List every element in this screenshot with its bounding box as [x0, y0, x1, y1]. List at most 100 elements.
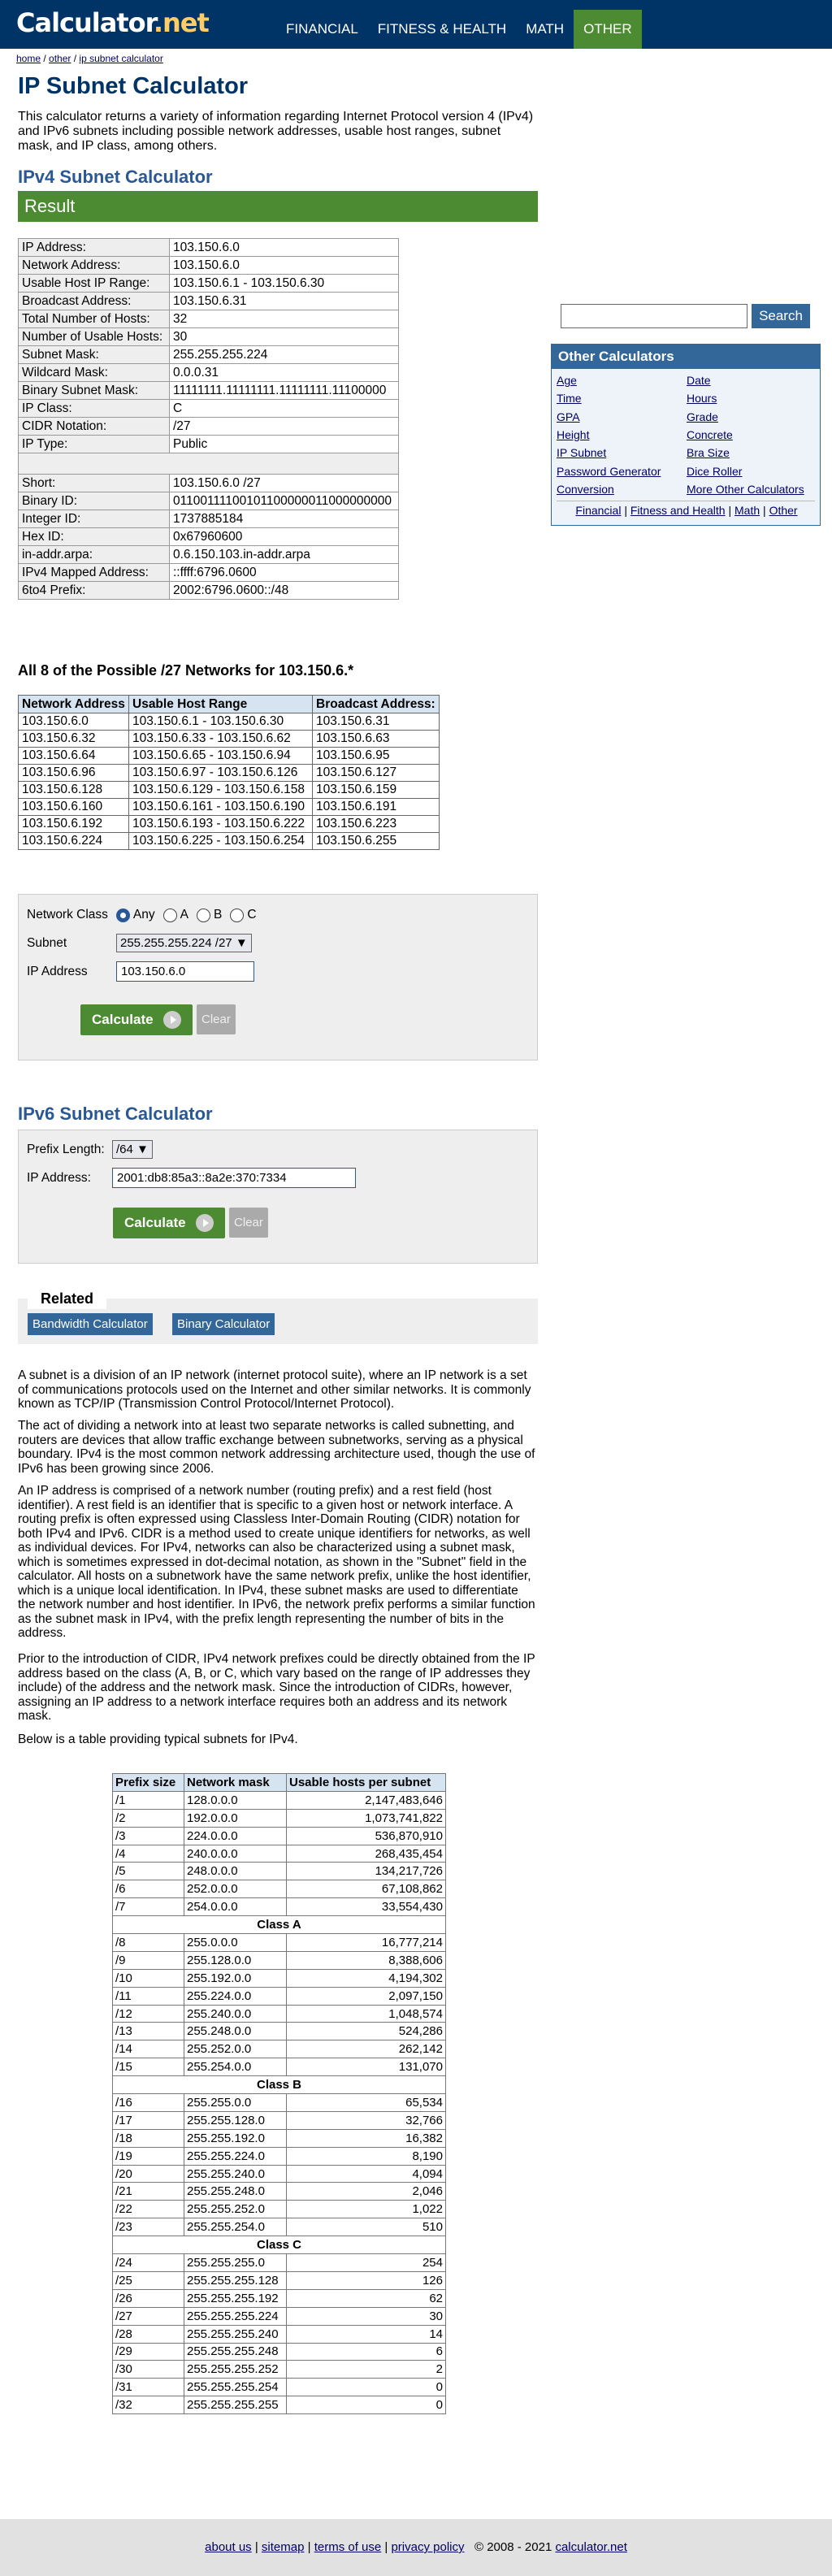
other-calc-link[interactable]: More Other Calculators: [687, 483, 804, 496]
table-cell: 103.150.6.63: [312, 730, 440, 748]
table-cell: 0: [286, 2396, 446, 2415]
search-input[interactable]: [561, 304, 748, 328]
footer-sitemap-link[interactable]: sitemap: [262, 2540, 305, 2554]
nav-fitness-health[interactable]: FITNESS & HEALTH: [368, 10, 516, 49]
footer-terms-link[interactable]: terms of use: [314, 2540, 382, 2554]
other-calc-link[interactable]: Concrete: [687, 428, 733, 441]
table-row: /11 255.224.0.0 2,097,150: [112, 1986, 446, 2006]
footer-sep: |: [251, 2540, 262, 2554]
result-value: C: [169, 399, 399, 418]
radio-a[interactable]: [162, 908, 177, 922]
ipv6-ip-input[interactable]: 2001:db8:85a3::8a2e:370:7334: [112, 1168, 356, 1188]
table-row: /3 224.0.0.0 536,870,910: [112, 1826, 446, 1845]
other-calc-link[interactable]: GPA: [557, 410, 580, 423]
result-row: Integer ID: 1737885184: [18, 510, 399, 528]
table-cell: /32: [112, 2396, 184, 2415]
table-cell: /25: [112, 2270, 184, 2290]
nav-financial[interactable]: FINANCIAL: [276, 10, 368, 49]
table-cell: /21: [112, 2182, 184, 2201]
other-calc-link[interactable]: Height: [557, 428, 589, 441]
result-value: /27: [169, 417, 399, 436]
table-cell: 240.0.0.0: [184, 1844, 287, 1863]
oc-link-other[interactable]: Other: [769, 504, 798, 517]
table-row: /9 255.128.0.0 8,388,606: [112, 1950, 446, 1970]
result-value: 103.150.6.31: [169, 292, 399, 310]
other-calc-link[interactable]: Hours: [687, 392, 717, 405]
breadcrumb-other[interactable]: other: [49, 53, 71, 64]
ipv4-calculate-button[interactable]: Calculate: [80, 1004, 193, 1035]
table-cell: /7: [112, 1897, 184, 1917]
other-calc-link[interactable]: Dice Roller: [687, 465, 742, 478]
col-usable-hosts: Usable hosts per subnet: [286, 1773, 446, 1792]
breadcrumb-current[interactable]: ip subnet calculator: [79, 53, 162, 64]
result-key: in-addr.arpa:: [18, 545, 170, 564]
table-cell: /10: [112, 1968, 184, 1988]
other-calc-link[interactable]: Bra Size: [687, 446, 730, 459]
table-row: /1 128.0.0.0 2,147,483,646: [112, 1790, 446, 1810]
other-calc-link[interactable]: Date: [687, 374, 711, 387]
footer-sep: |: [304, 2540, 314, 2554]
oc-link-math[interactable]: Math: [734, 504, 760, 517]
table-cell: 255.254.0.0: [184, 2058, 287, 2077]
page-title: IP Subnet Calculator: [18, 73, 249, 99]
table-cell: /31: [112, 2378, 184, 2397]
radio-any-label: Any: [132, 908, 155, 922]
result-key: Wildcard Mask:: [18, 363, 170, 382]
ipv6-calculate-button[interactable]: Calculate: [113, 1208, 225, 1238]
oc-sep: |: [760, 504, 769, 517]
search-button[interactable]: Search: [752, 304, 810, 328]
result-value: 255.255.255.224: [169, 345, 399, 364]
result-key: Subnet Mask:: [18, 345, 170, 364]
prefix-select-value: /64: [116, 1143, 133, 1156]
other-calc-link[interactable]: Password Generator: [557, 465, 661, 478]
other-calc-link[interactable]: Grade: [687, 410, 718, 423]
result-value: 30: [169, 327, 399, 346]
other-calc-link[interactable]: IP Subnet: [557, 446, 606, 459]
table-row: /27 255.255.255.224 30: [112, 2306, 446, 2326]
table-row: /4 240.0.0.0 268,435,454: [112, 1844, 446, 1863]
subnet-select[interactable]: 255.255.255.224 /27 ▼: [116, 934, 252, 952]
footer-sep: |: [381, 2540, 392, 2554]
table-row: /32 255.255.255.255 0: [112, 2396, 446, 2415]
radio-any[interactable]: [115, 908, 130, 922]
ipv6-clear-button[interactable]: Clear: [229, 1208, 268, 1238]
table-cell: 255.255.255.254: [184, 2378, 287, 2397]
other-calc-link[interactable]: Conversion: [557, 483, 614, 496]
radio-b[interactable]: [196, 908, 210, 922]
table-cell: /18: [112, 2128, 184, 2148]
site-logo[interactable]: Calculator.net: [16, 7, 210, 38]
ip-address-input[interactable]: 103.150.6.0: [116, 961, 254, 982]
table-row: /16 255.255.0.0 65,534: [112, 2093, 446, 2112]
nav-other[interactable]: OTHER: [574, 10, 642, 49]
nav-math[interactable]: MATH: [516, 10, 574, 49]
table-cell: /14: [112, 2040, 184, 2059]
class-label: Class A: [112, 1915, 446, 1935]
result-key: Number of Usable Hosts:: [18, 327, 170, 346]
other-calc-link[interactable]: Time: [557, 392, 582, 405]
table-row: 103.150.6.64 103.150.6.65 - 103.150.6.94 1…: [18, 747, 440, 765]
table-row: /13 255.248.0.0 524,286: [112, 2022, 446, 2041]
subnets-table: Prefix size Network mask Usable hosts pe…: [112, 1773, 446, 2415]
bandwidth-calculator-link[interactable]: Bandwidth Calculator: [28, 1313, 153, 1335]
class-label: Class C: [112, 2236, 446, 2255]
table-cell: 103.150.6.223: [312, 815, 440, 833]
ipv4-clear-button[interactable]: Clear: [197, 1004, 236, 1034]
breadcrumb-home[interactable]: home: [16, 53, 41, 64]
table-row: 103.150.6.32 103.150.6.33 - 103.150.6.62 1…: [18, 730, 440, 748]
table-cell: 103.150.6.193 - 103.150.6.222: [128, 815, 313, 833]
prefix-length-select[interactable]: /64 ▼: [112, 1140, 153, 1159]
footer-about-link[interactable]: about us: [205, 2540, 252, 2554]
ip-row: IP Address 103.150.6.0: [27, 961, 254, 982]
oc-link-financial[interactable]: Financial: [575, 504, 621, 517]
footer-site-link[interactable]: calculator.net: [555, 2540, 626, 2554]
result-key: IP Address:: [18, 238, 170, 257]
radio-a-label: A: [180, 908, 188, 922]
binary-calculator-link[interactable]: Binary Calculator: [172, 1313, 275, 1335]
oc-link-fitness[interactable]: Fitness and Health: [630, 504, 726, 517]
table-cell: 33,554,430: [286, 1897, 446, 1917]
result-value: 0.6.150.103.in-addr.arpa: [169, 545, 399, 564]
other-calculators-box: Other Calculators Age Time GPA Height IP Sub…: [551, 344, 821, 526]
footer-privacy-link[interactable]: privacy policy: [391, 2540, 464, 2554]
other-calc-link[interactable]: Age: [557, 374, 577, 387]
radio-c[interactable]: [230, 908, 245, 922]
